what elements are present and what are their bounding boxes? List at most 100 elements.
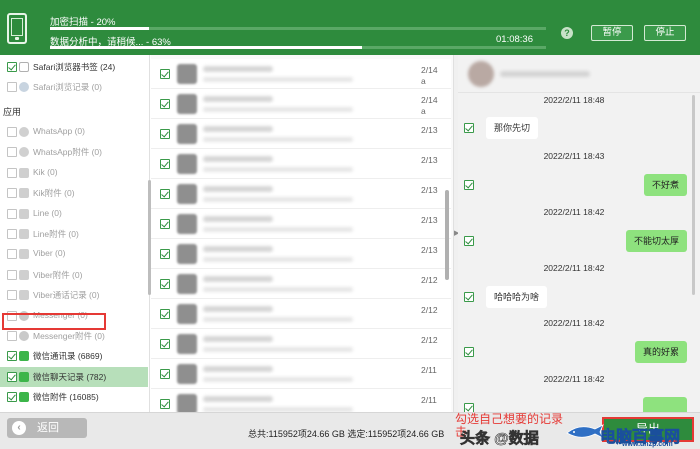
category-checkbox[interactable] — [7, 208, 17, 219]
chat-panel: 2022/2/11 18:48 那你先切 2022/2/11 18:43 不好煮 202… — [458, 55, 700, 412]
message-timestamp: 2022/2/11 18:42 — [543, 207, 605, 217]
category-checkbox[interactable] — [7, 167, 17, 178]
sidebar-item-label: Line (0) — [33, 207, 62, 218]
contact-name-blurred — [203, 66, 273, 72]
category-checkbox[interactable] — [7, 82, 17, 92]
received-message-bubble: 那你先切 — [486, 117, 539, 139]
category-checkbox[interactable] — [7, 147, 17, 158]
annotation-line-1: 勾选自己想要的记录 — [455, 412, 564, 426]
conversation-row[interactable]: 2/14 a — [151, 59, 451, 89]
sidebar-item[interactable]: Safari浏览器书签 (24) — [0, 57, 148, 77]
conversation-row[interactable]: 2/12 — [151, 269, 451, 299]
row-checkbox[interactable] — [160, 69, 170, 79]
category-checkbox[interactable] — [7, 127, 17, 137]
message-checkbox[interactable] — [464, 292, 474, 302]
row-checkbox[interactable] — [160, 129, 170, 139]
scan-progress-label: 加密扫描 - 20% — [50, 17, 116, 28]
row-checkbox[interactable] — [160, 279, 170, 289]
conversation-row[interactable]: 2/14 a — [151, 89, 451, 119]
kik-icon — [19, 188, 29, 199]
row-checkbox[interactable] — [160, 99, 170, 109]
contact-avatar — [177, 214, 197, 234]
row-checkbox[interactable] — [160, 399, 170, 409]
row-date: 2/13 — [421, 215, 438, 225]
conversation-row[interactable]: 2/13 — [151, 239, 451, 269]
sidebar-item[interactable]: Viber (0) — [0, 244, 148, 264]
sidebar-item[interactable]: Kik (0) — [0, 163, 148, 183]
message-checkbox[interactable] — [464, 180, 474, 190]
contact-avatar — [177, 94, 197, 114]
contact-name-blurred — [203, 96, 273, 102]
last-message-blurred — [203, 77, 353, 82]
row-date: 2/12 — [421, 335, 438, 345]
sidebar-item-label: Kik (0) — [33, 166, 58, 177]
conversation-row[interactable]: 2/13 — [151, 209, 451, 239]
contact-name-blurred — [203, 186, 273, 192]
conversation-row[interactable]: 2/13 — [151, 119, 451, 149]
category-checkbox[interactable] — [7, 229, 17, 239]
message-checkbox[interactable] — [464, 236, 474, 246]
sidebar-item-label: Viber附件 (0) — [33, 269, 83, 280]
row-date-suffix: a — [421, 106, 426, 116]
pause-button[interactable]: 暂停 — [591, 25, 633, 41]
category-checkbox[interactable] — [7, 351, 17, 362]
category-checkbox[interactable] — [7, 188, 17, 199]
help-icon[interactable]: ? — [561, 27, 573, 39]
contact-avatar — [468, 61, 494, 87]
bookmark-icon — [19, 62, 29, 72]
contact-avatar — [177, 184, 197, 204]
contact-name-blurred — [203, 126, 273, 132]
row-checkbox[interactable] — [160, 219, 170, 229]
kik-icon — [19, 167, 29, 178]
sidebar-item[interactable]: Safari浏览记录 (0) — [0, 77, 148, 97]
row-checkbox[interactable] — [160, 339, 170, 349]
sidebar-item-label: Messenger附件 (0) — [33, 331, 105, 341]
watermark-site-url: www.dnzp.com — [622, 441, 673, 448]
conversation-row[interactable]: 2/11 — [151, 389, 451, 412]
wechat-icon — [19, 351, 29, 362]
contact-avatar — [177, 64, 197, 84]
sidebar-item[interactable]: WhatsApp (0) — [0, 122, 148, 142]
elapsed-time: 01:08:36 — [496, 34, 533, 45]
row-checkbox[interactable] — [160, 309, 170, 319]
stop-button[interactable]: 停止 — [644, 25, 686, 41]
category-checkbox[interactable] — [7, 331, 17, 341]
message-checkbox[interactable] — [464, 347, 474, 357]
sent-message-bubble: 真的好累 — [634, 341, 687, 363]
conversation-row[interactable]: 2/13 — [151, 179, 451, 209]
category-checkbox[interactable] — [7, 371, 17, 382]
sidebar-item[interactable]: Viber附件 (0) — [0, 265, 148, 285]
row-checkbox[interactable] — [160, 369, 170, 379]
category-checkbox[interactable] — [7, 269, 17, 280]
row-date: 2/11 — [421, 395, 437, 405]
category-checkbox[interactable] — [7, 392, 17, 403]
wechat-icon — [19, 371, 29, 382]
row-checkbox[interactable] — [160, 189, 170, 199]
sent-message-bubble — [643, 397, 687, 412]
sidebar-item[interactable]: Viber通话记录 (0) — [0, 285, 148, 305]
last-message-blurred — [203, 197, 353, 202]
sidebar-item[interactable]: WhatsApp附件 (0) — [0, 142, 148, 162]
back-button[interactable]: ‹ 返回 — [7, 418, 87, 438]
category-checkbox[interactable] — [7, 62, 17, 72]
row-checkbox[interactable] — [160, 249, 170, 259]
sidebar-item[interactable]: 微信聊天记录 (782) — [0, 366, 148, 387]
sidebar-item[interactable]: 微信附件 (16085) — [0, 387, 148, 407]
category-checkbox[interactable] — [7, 290, 17, 301]
sidebar-item[interactable]: 微信通讯录 (6869) — [0, 346, 148, 366]
sidebar-item[interactable]: Kik附件 (0) — [0, 183, 148, 203]
chat-scrollbar[interactable] — [692, 95, 695, 295]
list-scrollbar[interactable] — [445, 190, 449, 280]
conversation-row[interactable]: 2/12 — [151, 299, 451, 329]
conversation-row[interactable]: 2/12 — [151, 329, 451, 359]
sidebar-item[interactable]: Line (0) — [0, 204, 148, 224]
message-checkbox[interactable] — [464, 123, 474, 133]
message-checkbox[interactable] — [464, 403, 474, 412]
sidebar-item[interactable]: Line附件 (0) — [0, 224, 148, 244]
conversation-row[interactable]: 2/13 — [151, 149, 451, 179]
conversation-row[interactable]: 2/11 — [151, 359, 451, 389]
selected-category-highlight — [2, 313, 106, 330]
category-checkbox[interactable] — [7, 249, 17, 260]
message-timestamp: 2022/2/11 18:48 — [543, 95, 605, 105]
row-checkbox[interactable] — [160, 159, 170, 169]
